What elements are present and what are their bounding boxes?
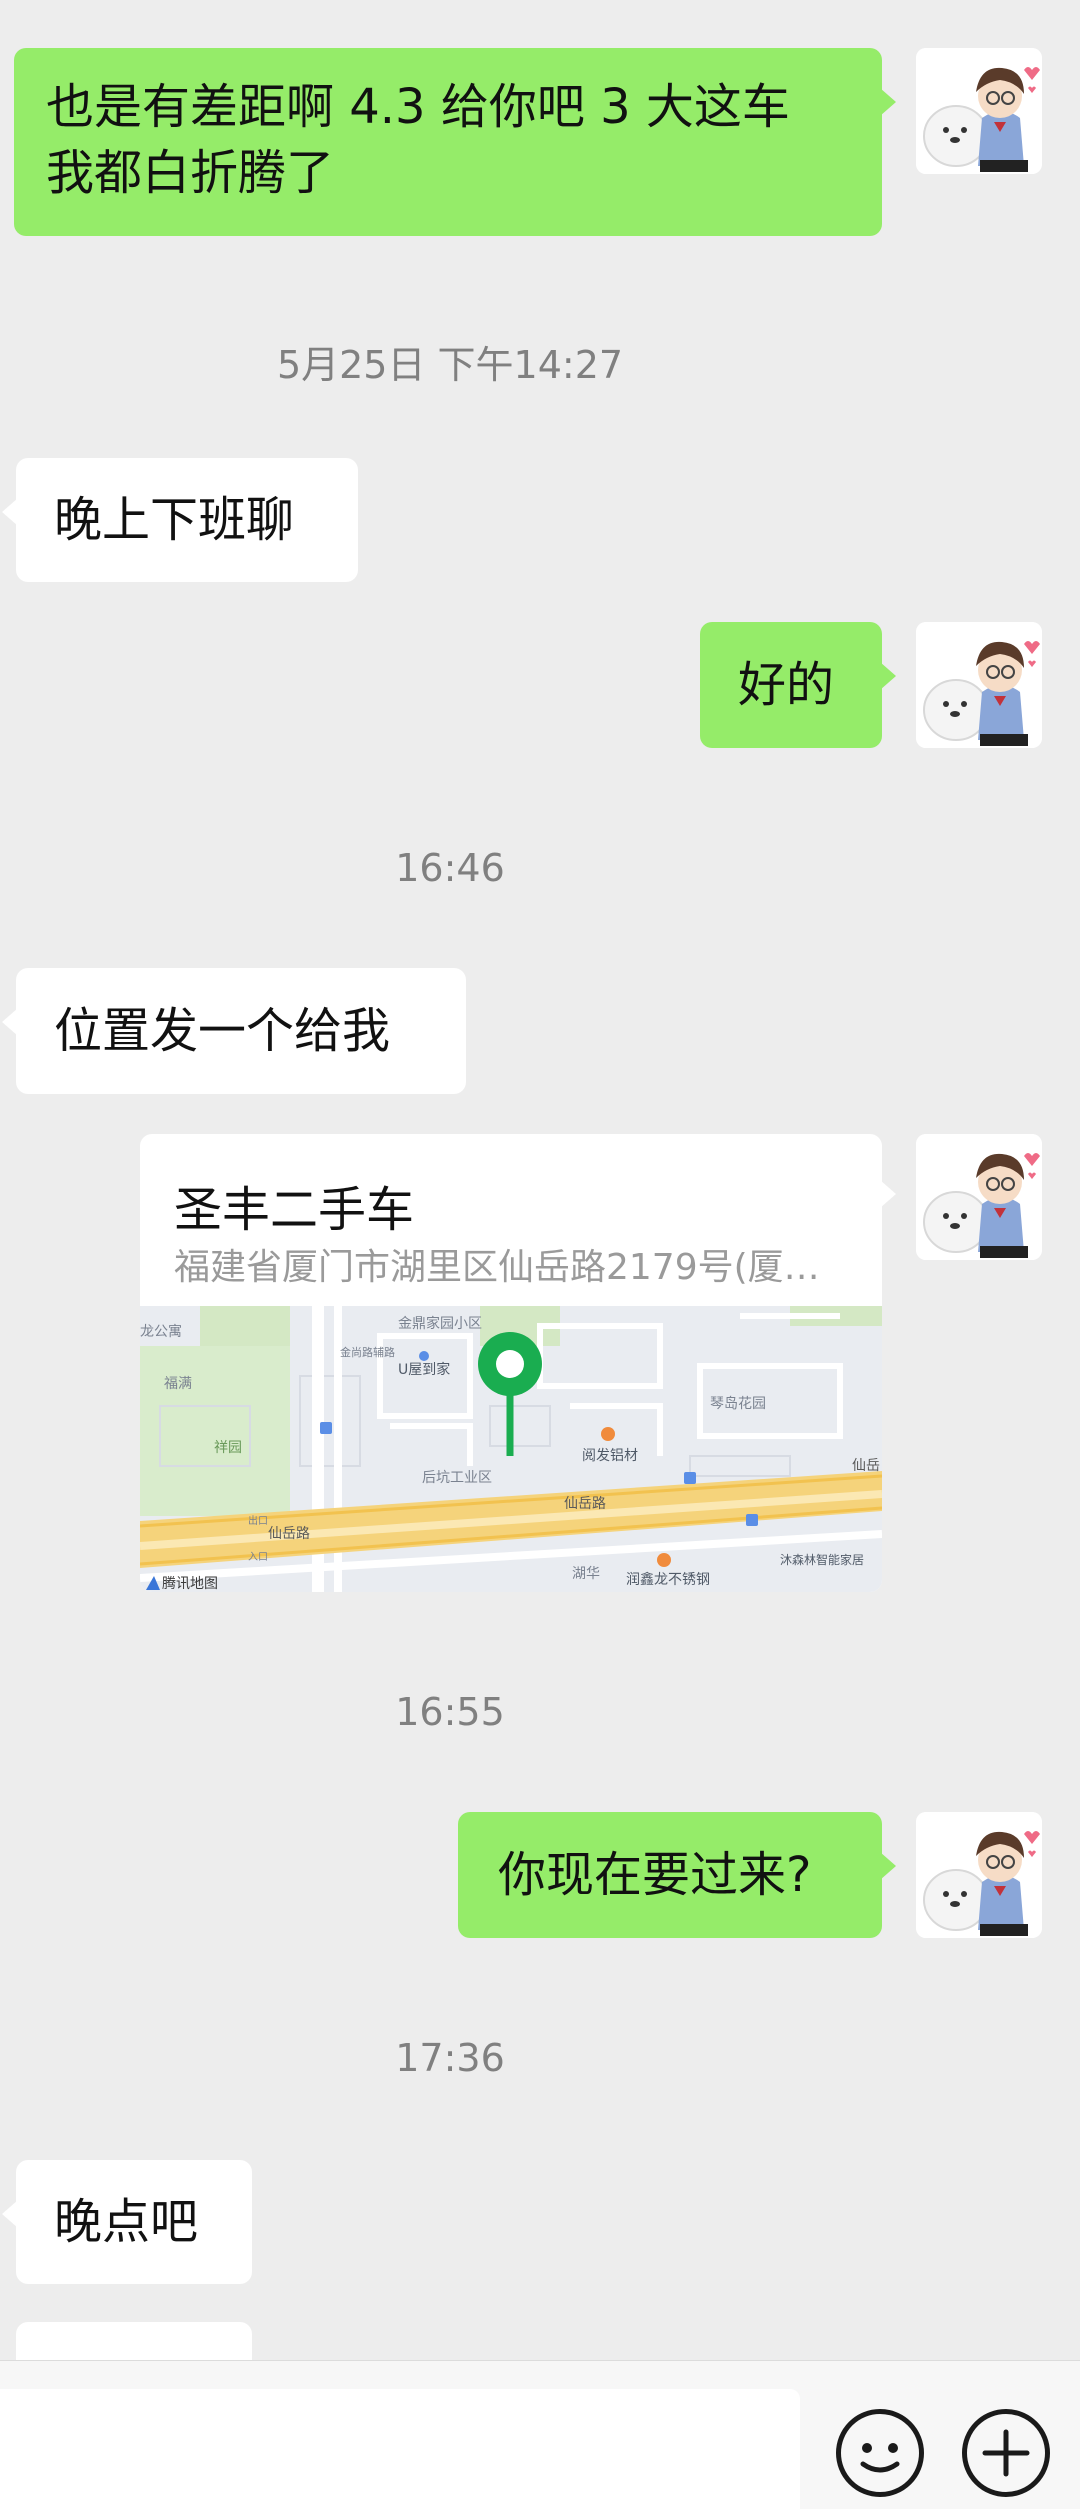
map-label: 龙公寓 [140, 1323, 182, 1340]
map-label: 湖华 [572, 1566, 600, 1582]
chat-area[interactable]: 也是有差距啊 4.3 给你吧 3 大这车 我都白折腾了 5月25日 下午14:2… [0, 0, 1080, 2360]
map-label: 入口 [248, 1552, 268, 1563]
message-bubble-incoming[interactable]: 位置发一个给我 [2, 968, 466, 1094]
map-label: 金尚路辅路 [340, 1345, 395, 1359]
location-title: 圣丰二手车 [174, 1182, 415, 1238]
avatar-image [916, 1812, 1042, 1938]
message-bubble-outgoing[interactable]: 你现在要过来? [458, 1812, 896, 1938]
message-bubble-incoming[interactable]: 晚点吧 [2, 2160, 252, 2284]
map-label: 后坑工业区 [422, 1470, 492, 1486]
message-bubble-incoming[interactable] [16, 2322, 252, 2360]
avatar-image [916, 1134, 1042, 1260]
timestamp: 16:46 [395, 846, 505, 890]
emoji-face-icon[interactable] [836, 2409, 924, 2497]
map-provider: 腾讯地图 [162, 1575, 218, 1592]
map-label: 沐森林智能家居 [780, 1552, 864, 1567]
map-label: 祥园 [214, 1440, 242, 1456]
timestamp: 17:36 [395, 2036, 505, 2080]
timestamp: 5月25日 下午14:27 [276, 343, 624, 387]
message-bubble-outgoing[interactable]: 好的 [700, 622, 896, 748]
message-text: 好的 [738, 657, 835, 713]
avatar-image [916, 48, 1042, 174]
message-input[interactable] [0, 2389, 800, 2509]
map-image: 龙公寓 福满 祥园 金鼎家园小区 U屋到家 琴岛花园 阅发铝材 后坑工业区 仙岳… [140, 1306, 882, 1592]
timestamp: 16:55 [395, 1690, 505, 1734]
message-text: 晚点吧 [54, 2194, 199, 2250]
location-address: 福建省厦门市湖里区仙岳路2179号(厦… [174, 1247, 820, 1288]
map-label: U屋到家 [398, 1361, 450, 1378]
map-label: 阅发铝材 [582, 1448, 638, 1464]
message-text: 位置发一个给我 [54, 1003, 391, 1059]
message-text: 晚上下班聊 [54, 492, 295, 548]
avatar[interactable] [916, 1812, 1042, 1938]
message-text-line: 我都白折腾了 [46, 145, 335, 201]
map-label: 润鑫龙不锈钢 [626, 1571, 710, 1588]
map-label: 福满 [164, 1376, 192, 1392]
message-bubble-outgoing[interactable]: 也是有差距啊 4.3 给你吧 3 大这车 我都白折腾了 [14, 48, 896, 236]
avatar[interactable] [916, 622, 1042, 748]
emoji-face-icon-glyph [860, 2443, 900, 2473]
message-text-line: 也是有差距啊 4.3 给你吧 3 大这车 [46, 79, 790, 135]
location-map[interactable]: 龙公寓 福满 祥园 金鼎家园小区 U屋到家 琴岛花园 阅发铝材 后坑工业区 仙岳… [140, 1306, 882, 1592]
map-label: 金鼎家园小区 [398, 1315, 482, 1332]
map-label: 仙岳路 [564, 1496, 606, 1512]
map-label: 琴岛花园 [710, 1396, 766, 1412]
avatar-image [916, 622, 1042, 748]
location-card[interactable]: 圣丰二手车 福建省厦门市湖里区仙岳路2179号(厦… 龙公寓 福满 祥园 金鼎家… [140, 1134, 896, 1592]
avatar[interactable] [916, 1134, 1042, 1260]
message-text: 你现在要过来? [498, 1847, 812, 1903]
plus-circle-icon-glyph [982, 2429, 1030, 2477]
map-label: 仙岳路 [268, 1526, 310, 1542]
plus-circle-icon[interactable] [962, 2409, 1050, 2497]
message-bubble-incoming[interactable]: 晚上下班聊 [2, 458, 358, 582]
map-label: 出口 [248, 1514, 268, 1527]
avatar[interactable] [916, 48, 1042, 174]
input-bar [0, 2360, 1080, 2509]
map-label: 仙岳 [852, 1458, 880, 1474]
